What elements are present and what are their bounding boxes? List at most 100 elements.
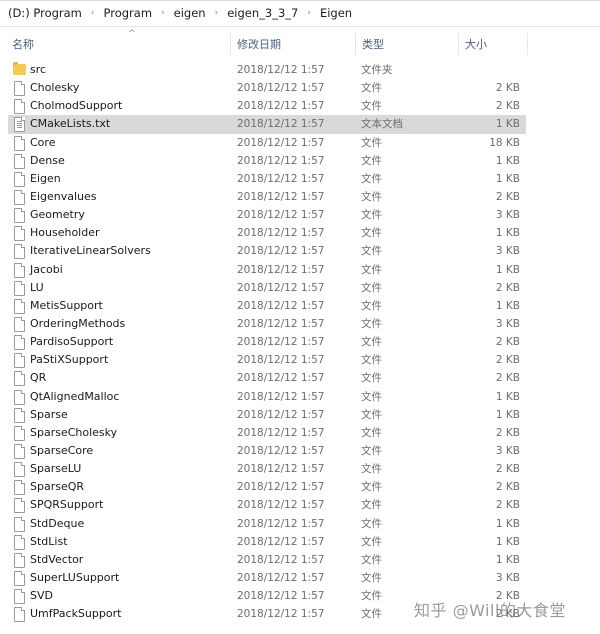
file-name: Geometry — [30, 208, 85, 222]
file-name: Jacobi — [30, 262, 63, 276]
file-name: CMakeLists.txt — [30, 117, 111, 131]
file-row[interactable]: Eigen 2018/12/12 1:57 文件 1 KB — [8, 170, 526, 188]
file-shape — [14, 208, 25, 224]
file-row[interactable]: Dense 2018/12/12 1:57 文件 1 KB — [8, 152, 526, 170]
file-row[interactable]: src 2018/12/12 1:57 文件夹 — [8, 61, 526, 79]
file-row[interactable]: PaStiXSupport 2018/12/12 1:57 文件 2 KB — [8, 351, 526, 369]
file-icon — [14, 171, 26, 187]
file-row[interactable]: StdVector 2018/12/12 1:57 文件 1 KB — [8, 551, 526, 569]
file-shape — [14, 189, 25, 205]
file-row[interactable]: SparseLU 2018/12/12 1:57 文件 2 KB — [8, 460, 526, 478]
file-name: QR — [30, 371, 47, 385]
file-name: PardisoSupport — [30, 335, 114, 349]
chevron-right-icon[interactable]: › — [208, 8, 226, 18]
file-row[interactable]: QR 2018/12/12 1:57 文件 2 KB — [8, 369, 526, 387]
file-row[interactable]: SparseCore 2018/12/12 1:57 文件 3 KB — [8, 442, 526, 460]
file-row[interactable]: Cholesky 2018/12/12 1:57 文件 2 KB — [8, 79, 526, 97]
file-type: 文件 — [361, 590, 382, 603]
breadcrumb: (D:) Program › Program › eigen › eigen_3… — [6, 4, 354, 22]
file-row[interactable]: Core 2018/12/12 1:57 文件 18 KB — [8, 134, 526, 152]
file-row[interactable]: SparseQR 2018/12/12 1:57 文件 2 KB — [8, 478, 526, 496]
file-modified-date: 2018/12/12 1:57 — [237, 444, 325, 457]
file-modified-date: 2018/12/12 1:57 — [237, 590, 325, 603]
breadcrumb-program[interactable]: Program — [102, 6, 155, 20]
file-type: 文件 — [361, 245, 382, 258]
file-name: LU — [30, 280, 44, 294]
column-header-date-label: 修改日期 — [237, 38, 281, 51]
file-modified-date: 2018/12/12 1:57 — [237, 227, 325, 240]
file-row[interactable]: CholmodSupport 2018/12/12 1:57 文件 2 KB — [8, 97, 526, 115]
file-row[interactable]: Householder 2018/12/12 1:57 文件 1 KB — [8, 224, 526, 242]
file-size: 2 KB — [495, 354, 520, 367]
breadcrumb-current-folder[interactable]: Eigen — [318, 6, 354, 20]
file-row[interactable]: IterativeLinearSolvers 2018/12/12 1:57 文件 3… — [8, 242, 526, 260]
file-row[interactable]: StdList 2018/12/12 1:57 文件 1 KB — [8, 533, 526, 551]
file-name: CholmodSupport — [30, 99, 123, 113]
column-divider[interactable] — [230, 33, 231, 55]
file-type: 文件 — [361, 517, 382, 530]
chevron-right-icon[interactable]: › — [300, 8, 318, 18]
file-size: 2 KB — [495, 463, 520, 476]
file-row[interactable]: LU 2018/12/12 1:57 文件 2 KB — [8, 279, 526, 297]
column-divider[interactable] — [355, 33, 356, 55]
file-row[interactable]: SPQRSupport 2018/12/12 1:57 文件 2 KB — [8, 496, 526, 514]
breadcrumb-drive[interactable]: (D:) Program — [6, 6, 84, 20]
column-divider[interactable] — [527, 33, 528, 55]
file-modified-date: 2018/12/12 1:57 — [237, 100, 325, 113]
breadcrumb-eigen-3-3-7[interactable]: eigen_3_3_7 — [225, 6, 300, 20]
file-type: 文件 — [361, 317, 382, 330]
file-row[interactable]: MetisSupport 2018/12/12 1:57 文件 1 KB — [8, 297, 526, 315]
file-type: 文件 — [361, 463, 382, 476]
breadcrumb-eigen[interactable]: eigen — [172, 6, 208, 20]
file-shape — [14, 99, 25, 115]
file-shape — [14, 371, 25, 387]
file-shape — [14, 407, 25, 423]
file-modified-date: 2018/12/12 1:57 — [237, 118, 325, 131]
file-size: 3 KB — [495, 571, 520, 584]
file-icon — [14, 81, 26, 97]
file-row[interactable]: Sparse 2018/12/12 1:57 文件 1 KB — [8, 406, 526, 424]
file-row[interactable]: OrderingMethods 2018/12/12 1:57 文件 3 KB — [8, 315, 526, 333]
folder-shape — [13, 62, 26, 75]
column-header-size[interactable]: 大小 — [465, 31, 525, 57]
text-file-icon — [14, 117, 26, 133]
file-shape — [14, 443, 25, 459]
file-shape — [14, 226, 25, 242]
file-row[interactable]: Geometry 2018/12/12 1:57 文件 3 KB — [8, 206, 526, 224]
file-type: 文件 — [361, 535, 382, 548]
column-header-type[interactable]: 类型 — [362, 31, 457, 57]
column-header-row: 名称 ^ 修改日期 类型 大小 — [0, 29, 600, 57]
file-row[interactable]: CMakeLists.txt 2018/12/12 1:57 文本文档 1 KB — [8, 115, 526, 134]
column-header-date[interactable]: 修改日期 — [237, 31, 352, 57]
chevron-right-icon[interactable]: › — [154, 8, 172, 18]
file-type: 文件 — [361, 281, 382, 294]
file-row[interactable]: StdDeque 2018/12/12 1:57 文件 1 KB — [8, 515, 526, 533]
column-header-name[interactable]: 名称 ^ — [12, 29, 227, 57]
file-row[interactable]: SparseCholesky 2018/12/12 1:57 文件 2 KB — [8, 424, 526, 442]
file-icon — [14, 425, 26, 441]
file-modified-date: 2018/12/12 1:57 — [237, 245, 325, 258]
file-shape — [14, 353, 25, 369]
file-row[interactable]: Eigenvalues 2018/12/12 1:57 文件 2 KB — [8, 188, 526, 206]
file-type: 文件 — [361, 172, 382, 185]
file-name: Core — [30, 135, 56, 149]
file-icon — [14, 298, 26, 314]
file-row[interactable]: SuperLUSupport 2018/12/12 1:57 文件 3 KB — [8, 569, 526, 587]
column-divider[interactable] — [458, 33, 459, 55]
file-shape — [14, 117, 25, 133]
file-shape — [14, 153, 25, 169]
file-size: 1 KB — [495, 553, 520, 566]
file-row[interactable]: Jacobi 2018/12/12 1:57 文件 1 KB — [8, 261, 526, 279]
file-icon — [14, 335, 26, 351]
file-row[interactable]: QtAlignedMalloc 2018/12/12 1:57 文件 1 KB — [8, 388, 526, 406]
file-icon — [14, 498, 26, 514]
file-name: SparseLU — [30, 462, 82, 476]
file-name: SVD — [30, 589, 53, 603]
file-name: SuperLUSupport — [30, 570, 120, 584]
chevron-right-icon[interactable]: › — [84, 8, 102, 18]
file-icon — [14, 189, 26, 205]
file-icon — [14, 570, 26, 586]
file-row[interactable]: PardisoSupport 2018/12/12 1:57 文件 2 KB — [8, 333, 526, 351]
column-header-size-label: 大小 — [465, 38, 487, 51]
file-modified-date: 2018/12/12 1:57 — [237, 154, 325, 167]
